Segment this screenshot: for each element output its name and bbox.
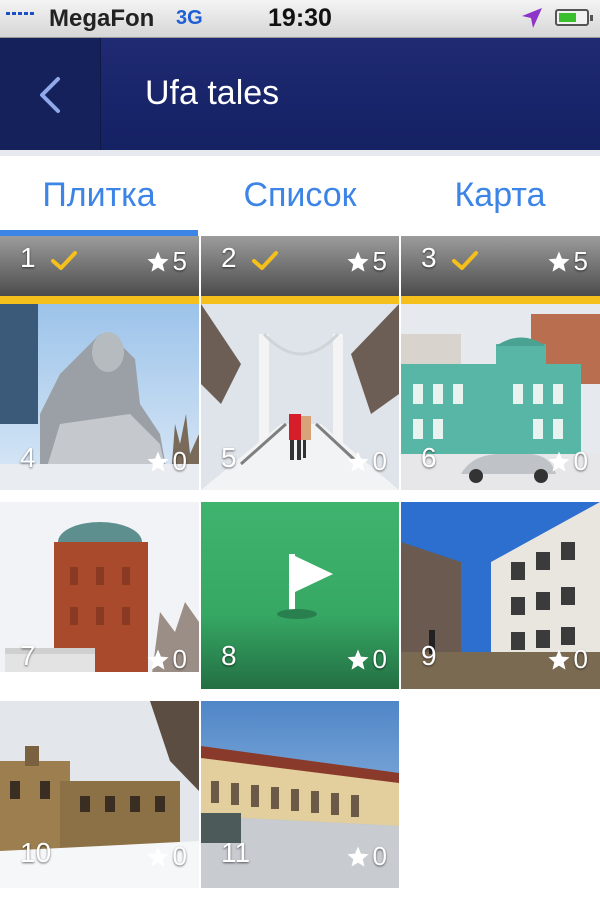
page-title: Ufa tales bbox=[145, 74, 280, 112]
tile-rating: 0 bbox=[146, 644, 187, 675]
rating-value: 0 bbox=[372, 644, 387, 674]
rating-value: 0 bbox=[573, 644, 588, 674]
rating-value: 0 bbox=[172, 446, 187, 476]
rating-value: 0 bbox=[372, 841, 387, 871]
tile-4[interactable]: 4 0 bbox=[0, 304, 199, 490]
tile-rating: 0 bbox=[346, 841, 387, 872]
chevron-left-icon bbox=[40, 77, 60, 113]
tab-map[interactable]: Карта bbox=[400, 156, 600, 236]
star-icon bbox=[146, 845, 170, 869]
tile-rating: 0 bbox=[547, 644, 588, 675]
tile-number: 5 bbox=[221, 442, 237, 473]
rating-value: 0 bbox=[573, 446, 588, 476]
rating-value: 0 bbox=[172, 841, 187, 871]
tile-number: 6 bbox=[421, 442, 437, 473]
tab-list[interactable]: Список bbox=[200, 156, 400, 236]
tile-number: 7 bbox=[20, 640, 36, 671]
status-time: 19:30 bbox=[268, 4, 332, 32]
tab-label: Список bbox=[243, 176, 357, 214]
checkmark-icon bbox=[451, 250, 479, 272]
tile-rating: 5 bbox=[146, 246, 187, 277]
rating-value: 0 bbox=[172, 644, 187, 674]
star-icon bbox=[146, 450, 170, 474]
checkmark-icon bbox=[251, 250, 279, 272]
star-icon bbox=[547, 250, 571, 274]
star-icon bbox=[547, 648, 571, 672]
checkmark-icon bbox=[50, 250, 78, 272]
star-icon bbox=[346, 845, 370, 869]
tile-rating: 5 bbox=[346, 246, 387, 277]
rating-value: 5 bbox=[372, 246, 387, 276]
tile-7[interactable]: 7 0 bbox=[0, 502, 199, 689]
location-arrow-icon bbox=[522, 8, 542, 28]
tab-label: Карта bbox=[454, 176, 546, 214]
battery-icon bbox=[555, 9, 593, 26]
tile-10[interactable]: 10 0 bbox=[0, 701, 199, 888]
tile-11[interactable]: 11 0 bbox=[201, 701, 399, 888]
star-icon bbox=[346, 450, 370, 474]
tile-rating: 0 bbox=[346, 446, 387, 477]
rating-value: 5 bbox=[172, 246, 187, 276]
tab-tiles[interactable]: Плитка bbox=[0, 156, 198, 236]
tile-number: 4 bbox=[20, 442, 36, 473]
star-icon bbox=[146, 648, 170, 672]
rating-value: 5 bbox=[573, 246, 588, 276]
star-icon bbox=[346, 250, 370, 274]
status-bar: MegaFon 3G 19:30 bbox=[0, 0, 600, 38]
tile-number: 2 bbox=[221, 242, 237, 273]
navigation-bar: Ufa tales bbox=[0, 38, 600, 150]
tile-number: 11 bbox=[221, 837, 251, 868]
tile-5[interactable]: 5 0 bbox=[201, 304, 399, 490]
tile-number: 10 bbox=[20, 837, 52, 868]
tile-2[interactable]: 2 5 bbox=[201, 236, 399, 304]
tile-number: 3 bbox=[421, 242, 437, 273]
tile-8[interactable]: 8 0 bbox=[201, 502, 399, 689]
tile-number: 9 bbox=[421, 640, 437, 671]
flag-icon bbox=[277, 554, 333, 619]
tile-rating: 0 bbox=[146, 446, 187, 477]
tab-label: Плитка bbox=[42, 176, 156, 214]
tile-9[interactable]: 9 0 bbox=[401, 502, 600, 689]
star-icon bbox=[547, 450, 571, 474]
tile-number: 1 bbox=[20, 242, 36, 273]
tile-6[interactable]: 6 0 bbox=[401, 304, 600, 490]
tile-rating: 0 bbox=[547, 446, 588, 477]
back-button[interactable] bbox=[0, 38, 101, 150]
tile-rating: 5 bbox=[547, 246, 588, 277]
tile-rating: 0 bbox=[346, 644, 387, 675]
view-tabs: Плитка Список Карта bbox=[0, 156, 600, 236]
star-icon bbox=[146, 250, 170, 274]
tile-1[interactable]: 1 5 bbox=[0, 236, 199, 304]
rating-value: 0 bbox=[372, 446, 387, 476]
star-icon bbox=[346, 648, 370, 672]
tile-rating: 0 bbox=[146, 841, 187, 872]
tile-3[interactable]: 3 5 bbox=[401, 236, 600, 304]
tile-number: 8 bbox=[221, 640, 237, 671]
